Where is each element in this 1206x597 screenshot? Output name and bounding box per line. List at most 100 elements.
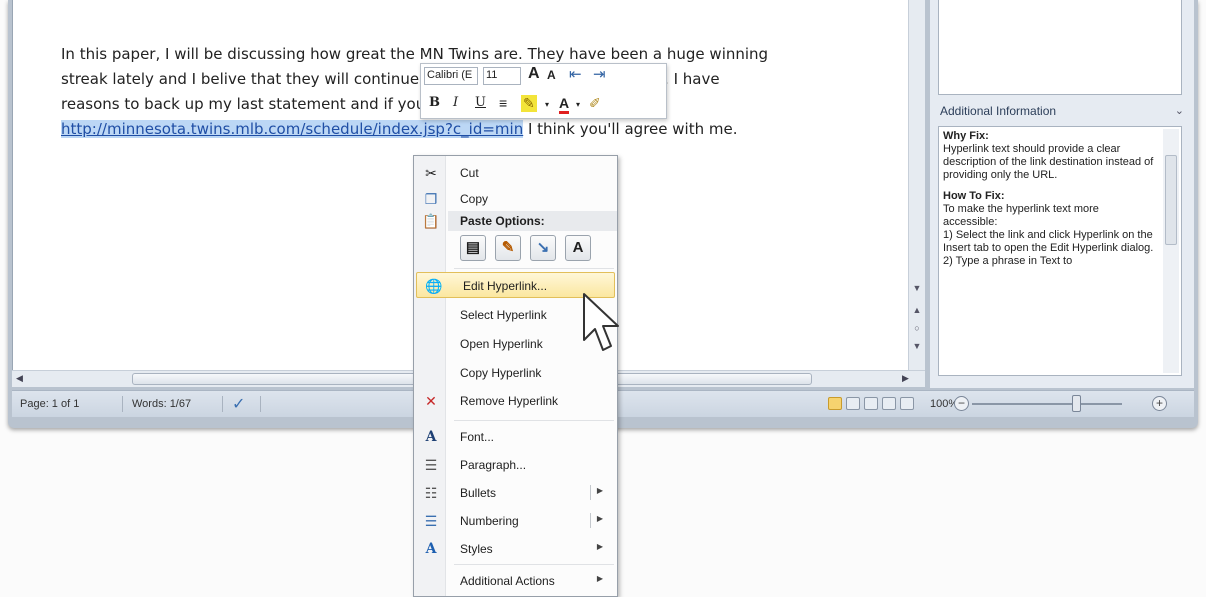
web-layout-icon[interactable] xyxy=(864,397,878,410)
doc-line-4: http://minnesota.twins.mlb.com/schedule/… xyxy=(61,117,881,142)
status-divider xyxy=(122,396,123,412)
mini-toolbar: Calibri (E 11 A A ⇤ ⇥ B I U ≡ ✎ ▾ A ▾ ✐ xyxy=(420,63,667,119)
menu-item-numbering[interactable]: ☰ Numbering ▶ xyxy=(414,508,617,534)
remove-link-icon: ✕ xyxy=(425,393,437,409)
hyperlink[interactable]: http://minnesota.twins.mlb.com/schedule/… xyxy=(61,120,524,138)
menu-item-font[interactable]: A Font... xyxy=(414,424,617,450)
page-count[interactable]: Page: 1 of 1 xyxy=(20,398,79,410)
how-to-fix-body: To make the hyperlink text more accessib… xyxy=(943,203,1099,228)
keep-source-formatting-icon[interactable]: ▤ xyxy=(460,235,486,261)
shrink-font-button[interactable]: A xyxy=(547,68,556,82)
font-size-box[interactable]: 11 xyxy=(483,67,521,85)
grow-font-button[interactable]: A xyxy=(528,65,540,83)
chevron-down-icon[interactable]: ⌄ xyxy=(1175,104,1184,117)
info-scroll-thumb[interactable] xyxy=(1165,155,1177,245)
italic-button[interactable]: I xyxy=(453,95,458,110)
previous-page-icon[interactable]: ▲ xyxy=(911,304,923,316)
why-fix-body: Hyperlink text should provide a clear de… xyxy=(943,143,1154,181)
bold-button[interactable]: B xyxy=(429,95,440,110)
numbering-icon: ☰ xyxy=(424,513,438,529)
scissors-icon: ✂ xyxy=(425,165,437,181)
font-color-icon[interactable]: A xyxy=(559,95,570,114)
mini-toolbar-row-2: B I U ≡ ✎ ▾ A ▾ ✐ xyxy=(421,92,666,116)
submenu-arrow-icon[interactable]: ▶ xyxy=(597,542,603,551)
scroll-down-icon[interactable]: ▼ xyxy=(911,282,923,294)
zoom-slider[interactable] xyxy=(972,403,1122,405)
paste-link-icon[interactable]: ↘ xyxy=(530,235,556,261)
print-layout-icon[interactable] xyxy=(828,397,842,410)
status-divider xyxy=(222,396,223,412)
menu-item-bullets[interactable]: ☷ Bullets ▶ xyxy=(414,480,617,506)
menu-item-label: Remove Hyperlink xyxy=(460,394,559,408)
split-divider xyxy=(590,513,591,528)
menu-item-label: Copy xyxy=(460,192,489,206)
submenu-arrow-icon[interactable]: ▶ xyxy=(597,574,603,583)
zoom-out-button[interactable]: − xyxy=(954,396,969,411)
how-to-fix-title: How To Fix: xyxy=(943,190,1005,202)
additional-info-header[interactable]: Additional Information ⌄ xyxy=(940,104,1184,118)
next-page-icon[interactable]: ▼ xyxy=(911,340,923,352)
clipboard-icon: 📋 xyxy=(422,213,440,229)
status-divider xyxy=(260,396,261,412)
menu-item-cut[interactable]: ✂ Cut xyxy=(414,160,617,186)
font-icon: A xyxy=(425,429,437,445)
full-screen-reading-icon[interactable] xyxy=(846,397,860,410)
paste-options-header: Paste Options: xyxy=(448,211,617,231)
increase-indent-icon[interactable]: ⇥ xyxy=(593,65,606,83)
additional-info-title: Additional Information xyxy=(940,104,1057,118)
menu-item-remove-hyperlink[interactable]: ✕ Remove Hyperlink xyxy=(414,388,617,414)
menu-item-styles[interactable]: A Styles ▶ xyxy=(414,536,617,562)
menu-item-label: Select Hyperlink xyxy=(460,308,547,322)
format-painter-icon[interactable]: ✐ xyxy=(589,95,601,112)
merge-formatting-icon[interactable]: ✎ xyxy=(495,235,521,261)
menu-separator xyxy=(454,268,614,269)
menu-item-copy-hyperlink[interactable]: Copy Hyperlink xyxy=(414,360,617,386)
menu-item-label: Bullets xyxy=(460,486,497,500)
copy-icon: ❐ xyxy=(424,191,438,207)
browse-object-icon[interactable]: ○ xyxy=(911,322,923,334)
menu-item-label: Styles xyxy=(460,542,493,556)
submenu-arrow-icon[interactable]: ▶ xyxy=(597,514,603,523)
keep-text-only-button[interactable]: A xyxy=(565,235,591,261)
menu-item-additional-actions[interactable]: Additional Actions ▶ xyxy=(414,568,617,594)
menu-item-paragraph[interactable]: ☰ Paragraph... xyxy=(414,452,617,478)
menu-item-label: Additional Actions xyxy=(460,574,555,588)
word-count[interactable]: Words: 1/67 xyxy=(132,398,191,410)
menu-item-label: Numbering xyxy=(460,514,519,528)
center-align-icon[interactable]: ≡ xyxy=(499,95,507,111)
highlight-color-icon[interactable]: ✎ xyxy=(521,95,537,112)
font-name-box[interactable]: Calibri (E xyxy=(424,67,478,85)
after-link-text: I think you'll agree with me. xyxy=(523,120,738,138)
vertical-scrollbar[interactable]: ▼ ▲ ○ ▼ xyxy=(908,0,925,370)
menu-separator xyxy=(454,420,614,421)
zoom-slider-thumb[interactable] xyxy=(1072,395,1081,412)
scroll-right-icon[interactable]: ▶ xyxy=(902,373,909,384)
zoom-in-button[interactable]: + xyxy=(1152,396,1167,411)
proofing-check-icon[interactable]: ✓ xyxy=(232,394,245,414)
how-to-fix-step2: 2) Type a phrase in Text to xyxy=(943,255,1073,267)
menu-item-label: Cut xyxy=(460,166,479,180)
menu-item-label: Paragraph... xyxy=(460,458,527,472)
additional-info-box: Why Fix: Hyperlink text should provide a… xyxy=(938,126,1182,376)
why-fix-title: Why Fix: xyxy=(943,130,989,142)
submenu-arrow-icon[interactable]: ▶ xyxy=(597,486,603,495)
styles-icon: A xyxy=(425,541,437,557)
context-menu: ✂ Cut ❐ Copy 📋 Paste Options: ▤ ✎ ↘ A 🌐 … xyxy=(413,155,618,597)
underline-button[interactable]: U xyxy=(475,95,486,110)
menu-item-label: Font... xyxy=(460,430,495,444)
draft-view-icon[interactable] xyxy=(900,397,914,410)
how-to-fix-step1: 1) Select the link and click Hyperlink o… xyxy=(943,229,1154,254)
chevron-down-icon[interactable]: ▾ xyxy=(545,100,549,109)
scroll-left-icon[interactable]: ◀ xyxy=(16,373,23,384)
menu-separator xyxy=(454,564,614,565)
split-divider xyxy=(590,485,591,500)
chevron-down-icon[interactable]: ▾ xyxy=(576,100,580,109)
info-scrollbar[interactable] xyxy=(1163,129,1179,373)
paragraph-icon: ☰ xyxy=(424,457,438,473)
inspection-results-list[interactable] xyxy=(938,0,1182,95)
bullets-icon: ☷ xyxy=(424,485,438,501)
menu-item-label: Edit Hyperlink... xyxy=(463,279,548,293)
decrease-indent-icon[interactable]: ⇤ xyxy=(569,65,582,83)
outline-view-icon[interactable] xyxy=(882,397,896,410)
mouse-pointer-icon xyxy=(583,293,619,351)
